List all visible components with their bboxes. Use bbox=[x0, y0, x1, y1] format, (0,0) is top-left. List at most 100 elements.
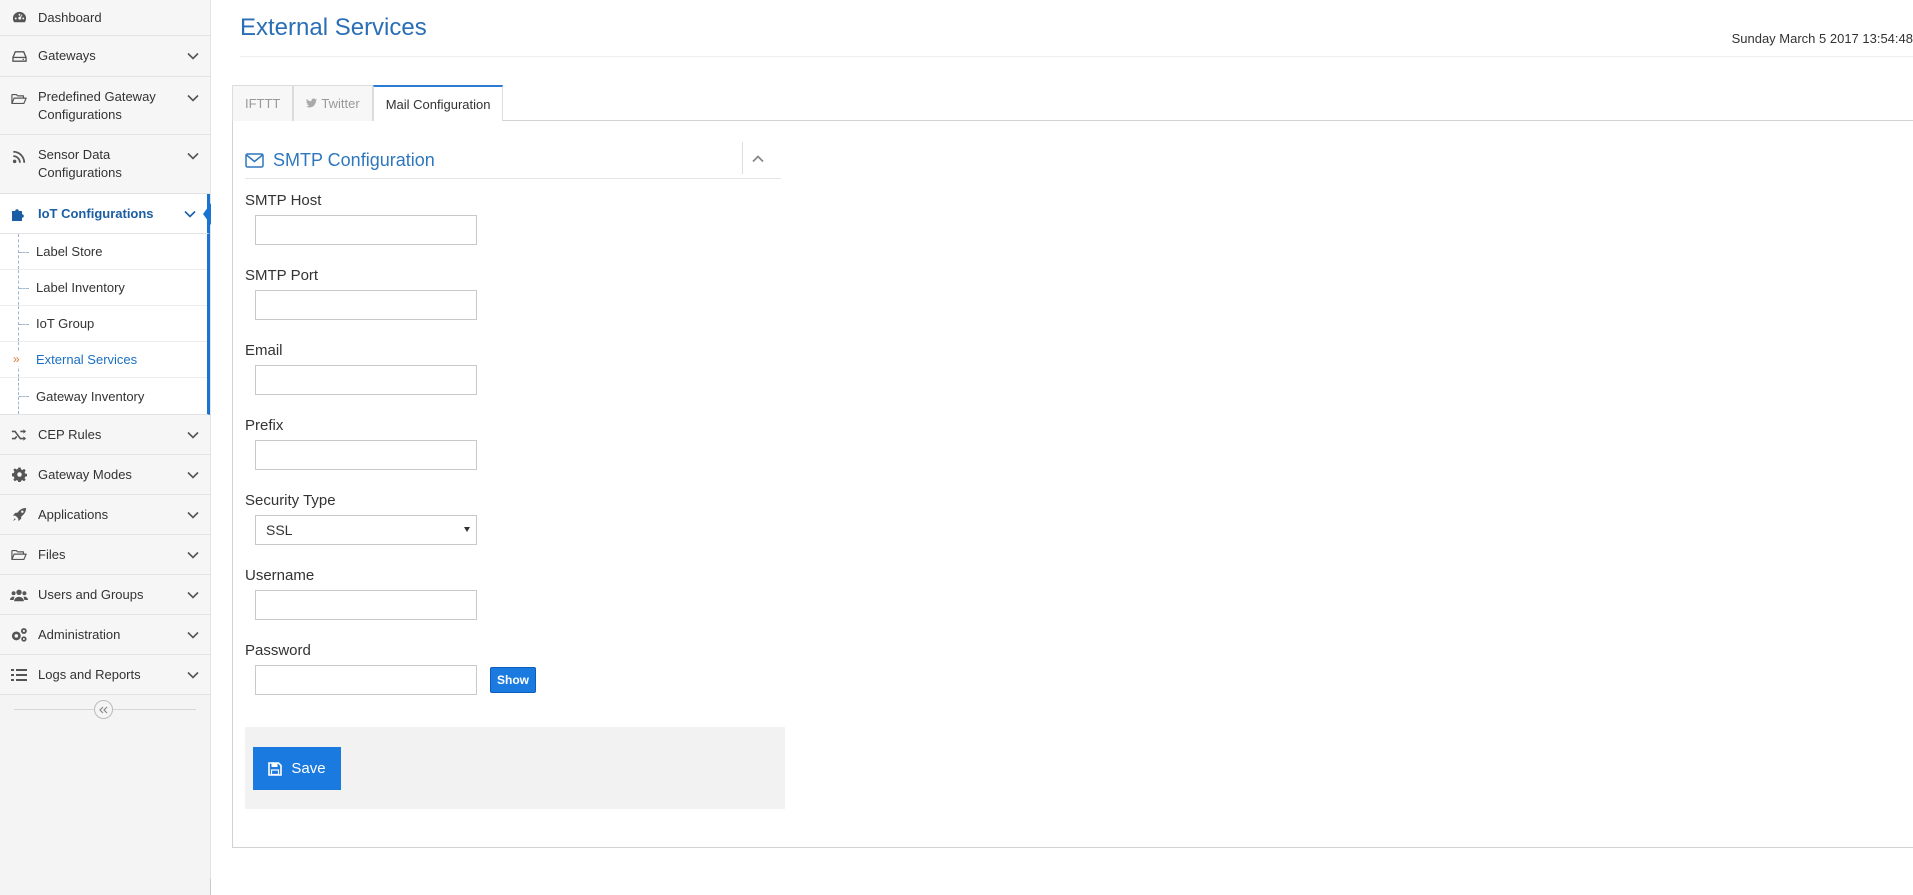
nav-users-and-groups[interactable]: Users and Groups bbox=[0, 575, 210, 615]
username-input[interactable] bbox=[255, 590, 477, 620]
folder-open-icon bbox=[10, 546, 28, 564]
nav-label: CEP Rules bbox=[38, 426, 102, 442]
security-type-select[interactable]: SSL bbox=[255, 515, 477, 545]
sub-item-iot-group[interactable]: IoT Group bbox=[0, 306, 207, 342]
security-type-label: Security Type bbox=[245, 492, 336, 509]
gears-icon bbox=[10, 626, 28, 644]
smtp-section-header: SMTP Configuration bbox=[245, 142, 781, 179]
puzzle-icon bbox=[10, 205, 28, 223]
tab-bar: IFTTT Twitter Mail Configuration bbox=[232, 85, 504, 121]
save-label: Save bbox=[291, 760, 326, 777]
iot-submenu: Label Store Label Inventory IoT Group » E… bbox=[0, 234, 210, 415]
nav-files[interactable]: Files bbox=[0, 535, 210, 575]
sub-item-label: Label Inventory bbox=[36, 280, 125, 295]
nav-gateway-modes[interactable]: Gateway Modes bbox=[0, 455, 210, 495]
smtp-port-input[interactable] bbox=[255, 290, 477, 320]
nav-label: Sensor Data Configurations bbox=[38, 147, 122, 180]
nav-logs-and-reports[interactable]: Logs and Reports bbox=[0, 655, 210, 695]
hdd-icon bbox=[10, 47, 28, 65]
tab-label: Mail Configuration bbox=[385, 96, 491, 112]
envelope-icon bbox=[245, 152, 264, 168]
email-group: Email bbox=[245, 342, 477, 395]
chevron-down-icon[interactable] bbox=[186, 628, 200, 642]
tab-mail-configuration[interactable]: Mail Configuration bbox=[372, 85, 504, 121]
sub-item-label-store[interactable]: Label Store bbox=[0, 234, 207, 270]
chevron-down-icon[interactable] bbox=[186, 149, 200, 163]
sub-item-label: Gateway Inventory bbox=[36, 388, 145, 404]
smtp-port-group: SMTP Port bbox=[245, 267, 477, 320]
nav-label: IoT Configurations bbox=[38, 205, 154, 221]
nav-sensor-data-configurations[interactable]: Sensor Data Configurations bbox=[0, 135, 210, 194]
chevron-down-icon[interactable] bbox=[183, 207, 197, 221]
double-chevron-right-icon: » bbox=[13, 352, 20, 366]
chevron-down-icon[interactable] bbox=[186, 49, 200, 63]
chevron-up-icon[interactable] bbox=[750, 151, 766, 167]
nav-label: Files bbox=[38, 546, 66, 562]
sub-item-label: IoT Group bbox=[36, 316, 95, 331]
page-header: External Services bbox=[240, 14, 427, 42]
floppy-icon bbox=[268, 761, 283, 776]
smtp-host-group: SMTP Host bbox=[245, 192, 477, 245]
nav-label: Logs and Reports bbox=[38, 666, 141, 682]
tab-label: IFTTT bbox=[245, 96, 281, 111]
security-type-value: SSL bbox=[266, 522, 293, 538]
sub-item-label: External Services bbox=[36, 352, 138, 367]
sub-item-external-services[interactable]: » External Services bbox=[0, 342, 207, 378]
nav-label: Gateway Modes bbox=[38, 466, 132, 482]
dashboard-icon bbox=[10, 9, 28, 27]
divider bbox=[742, 142, 743, 174]
chevron-down-icon[interactable] bbox=[186, 428, 200, 442]
chevron-down-icon[interactable] bbox=[186, 468, 200, 482]
tab-twitter[interactable]: Twitter bbox=[293, 85, 373, 121]
password-group: Password Show bbox=[245, 642, 536, 695]
chevron-down-icon[interactable] bbox=[186, 91, 200, 105]
save-button[interactable]: Save bbox=[253, 747, 341, 790]
show-password-button[interactable]: Show bbox=[490, 667, 536, 693]
nav-label: Gateways bbox=[38, 48, 96, 63]
nav-iot-configurations[interactable]: IoT Configurations bbox=[0, 194, 211, 234]
folder-open-icon bbox=[10, 90, 28, 108]
caret-down-icon bbox=[464, 527, 470, 532]
smtp-host-input[interactable] bbox=[255, 215, 477, 245]
nav-cep-rules[interactable]: CEP Rules bbox=[0, 415, 210, 455]
rss-icon bbox=[10, 148, 28, 166]
nav-label: Administration bbox=[38, 626, 121, 642]
email-label: Email bbox=[245, 342, 283, 359]
security-type-group: Security Type SSL bbox=[245, 492, 477, 545]
password-label: Password bbox=[245, 642, 311, 659]
tab-ifttt[interactable]: IFTTT bbox=[232, 85, 294, 121]
nav-applications[interactable]: Applications bbox=[0, 495, 210, 535]
nav-gateways[interactable]: Gateways bbox=[0, 36, 210, 77]
nav-administration[interactable]: Administration bbox=[0, 615, 210, 655]
chevron-down-icon[interactable] bbox=[186, 508, 200, 522]
form-actions: Save bbox=[245, 727, 785, 809]
prefix-input[interactable] bbox=[255, 440, 477, 470]
sidebar-collapse-row bbox=[0, 695, 210, 723]
nav-dashboard[interactable]: Dashboard bbox=[0, 0, 210, 36]
rocket-icon bbox=[10, 506, 28, 524]
gear-icon bbox=[10, 466, 28, 484]
nav-label: Users and Groups bbox=[38, 586, 144, 602]
nav-label: Applications bbox=[38, 506, 109, 522]
chevron-down-icon[interactable] bbox=[186, 668, 200, 682]
divider bbox=[240, 56, 1913, 57]
divider bbox=[210, 879, 211, 895]
datetime: Sunday March 5 2017 13:54:48 bbox=[1731, 31, 1913, 46]
password-input[interactable] bbox=[255, 665, 477, 695]
sub-item-gateway-inventory[interactable]: Gateway Inventory bbox=[0, 378, 207, 414]
double-chevron-left-icon[interactable] bbox=[94, 700, 113, 719]
nav-label: Predefined Gateway Configurations bbox=[38, 88, 156, 122]
page-title: External Services bbox=[240, 14, 427, 41]
sub-item-label-inventory[interactable]: Label Inventory bbox=[0, 270, 207, 306]
nav-label: Dashboard bbox=[38, 9, 102, 25]
chevron-down-icon[interactable] bbox=[186, 588, 200, 602]
username-group: Username bbox=[245, 567, 477, 620]
username-label: Username bbox=[245, 567, 315, 584]
users-icon bbox=[10, 586, 28, 604]
email-input[interactable] bbox=[255, 365, 477, 395]
chevron-down-icon[interactable] bbox=[186, 548, 200, 562]
active-indicator bbox=[203, 202, 211, 225]
sub-item-label: Label Store bbox=[36, 244, 103, 259]
list-icon bbox=[10, 666, 28, 684]
nav-predefined-gateway-configurations[interactable]: Predefined Gateway Configurations bbox=[0, 77, 210, 135]
